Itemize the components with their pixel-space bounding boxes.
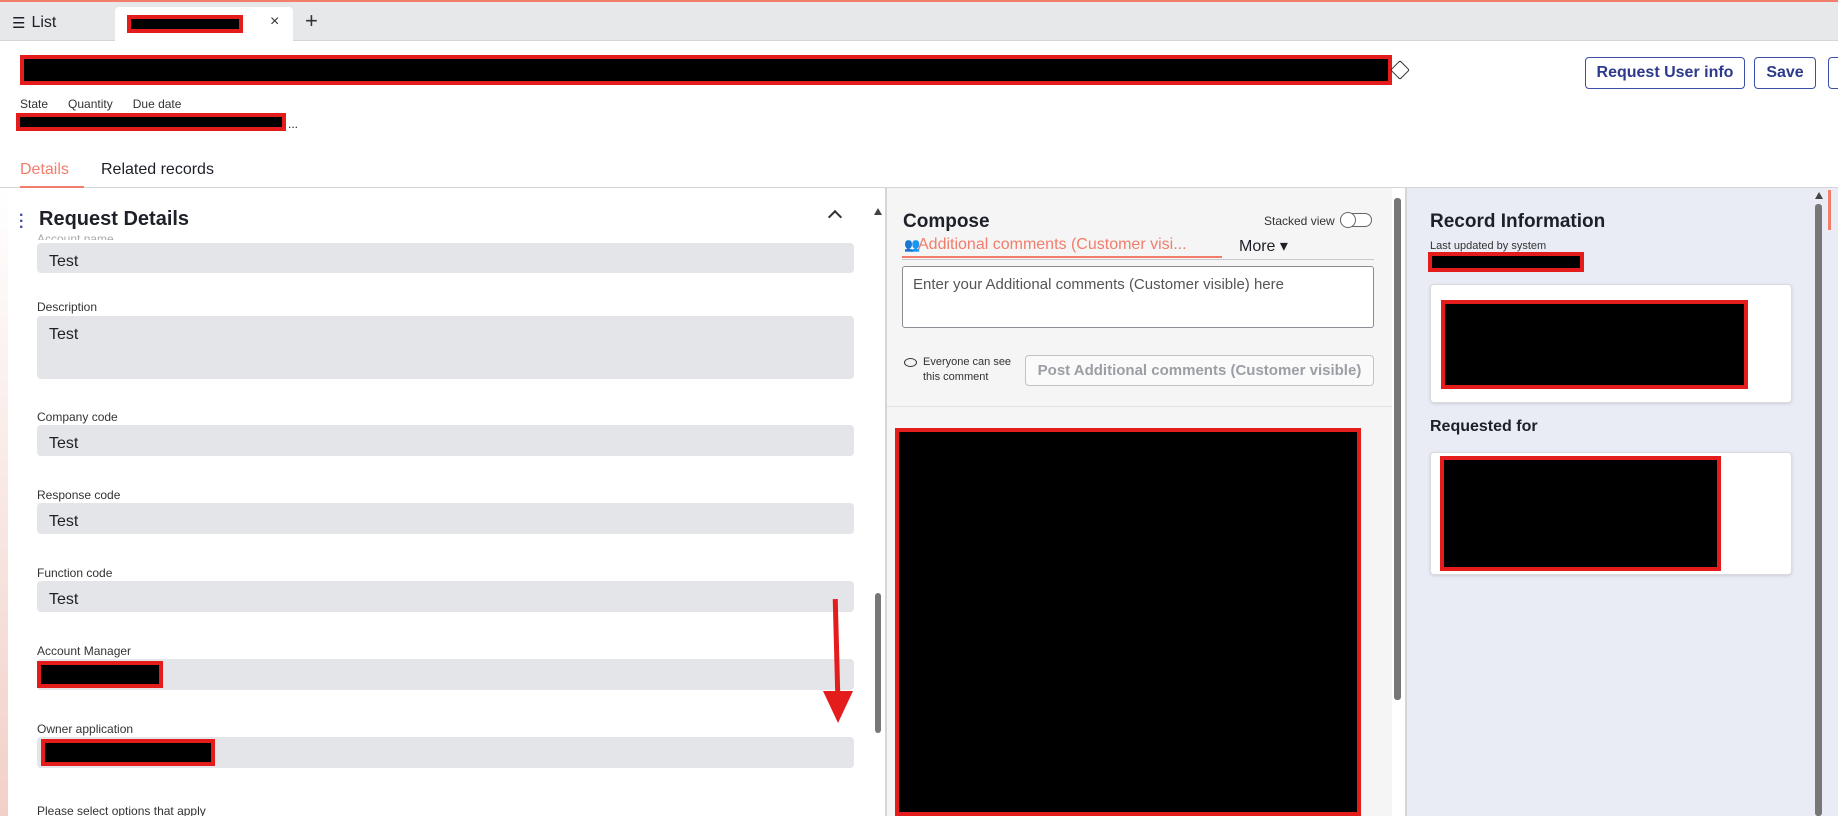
redacted-activity-stream: [895, 428, 1361, 816]
stacked-view-toggle[interactable]: [1340, 212, 1372, 228]
redacted-record-title: [20, 55, 1392, 85]
edge-accent-tab: [1828, 190, 1831, 230]
last-updated-text: Last updated by system: [1430, 240, 1547, 252]
redacted-updated-time: [1428, 252, 1584, 272]
account-name-field[interactable]: Test: [37, 243, 854, 273]
account-name-label: Account name: [37, 232, 114, 240]
options-label: Please select options that apply: [37, 804, 206, 816]
save-button[interactable]: Save: [1754, 57, 1816, 89]
list-tab-label: List: [31, 14, 57, 31]
stacked-view-label: Stacked view: [1264, 214, 1335, 228]
record-information-title: Record Information: [1430, 211, 1606, 232]
post-comment-button[interactable]: Post Additional comments (Customer visib…: [1025, 355, 1374, 386]
owner-application-field[interactable]: [37, 737, 854, 768]
requested-for-card[interactable]: [1430, 452, 1792, 575]
owner-application-label: Owner application: [37, 722, 134, 736]
company-code-label: Company code: [37, 410, 118, 424]
additional-comments-tab[interactable]: 👥 Additional comments (Customer visi...: [902, 228, 1222, 258]
description-field[interactable]: Test: [37, 316, 854, 379]
redacted-owner-application: [41, 739, 215, 766]
compose-panel: Compose Stacked view 👥 Additional commen…: [887, 188, 1392, 816]
account-manager-field[interactable]: [37, 659, 854, 690]
function-code-label: Function code: [37, 566, 113, 580]
tab-details[interactable]: Details: [20, 161, 84, 188]
record-info-card[interactable]: [1430, 284, 1792, 403]
active-record-tab[interactable]: ×: [115, 7, 293, 43]
company-code-field[interactable]: Test: [37, 425, 854, 456]
redacted-requester: [1440, 456, 1721, 571]
record-meta-labels: State Quantity Due date: [20, 97, 201, 111]
state-label: State: [20, 97, 49, 111]
browser-tab-bar: ☰ List × +: [0, 2, 1838, 43]
redacted-account-manager: [37, 661, 163, 688]
due-date-label: Due date: [132, 97, 182, 111]
scroll-up-arrow-icon[interactable]: [1815, 192, 1823, 199]
quantity-label: Quantity: [68, 97, 113, 111]
additional-comments-tab-label: Additional comments (Customer visi...: [918, 236, 1187, 253]
function-code-field[interactable]: Test: [37, 581, 854, 612]
scrollbar-thumb[interactable]: [875, 593, 881, 733]
request-details-panel: · · · Request Details Account name Test De…: [8, 188, 885, 816]
add-tab-icon[interactable]: +: [305, 10, 318, 32]
request-user-info-button[interactable]: Request User info: [1585, 57, 1745, 89]
account-manager-label: Account Manager: [37, 644, 132, 658]
meta-ellipsis: ...: [288, 117, 299, 131]
description-label: Description: [37, 300, 98, 314]
tab-related-records[interactable]: Related records: [101, 161, 214, 188]
comment-textarea[interactable]: Enter your Additional comments (Customer…: [902, 266, 1374, 328]
list-icon: ☰: [12, 15, 26, 32]
list-tab[interactable]: ☰ List: [12, 12, 56, 34]
tag-icon[interactable]: [1390, 60, 1410, 80]
response-code-field[interactable]: Test: [37, 503, 854, 534]
users-icon: 👥: [904, 237, 921, 252]
redacted-meta-values: [16, 113, 286, 131]
redacted-tab-title: [127, 15, 243, 33]
left-accent-strip: [0, 188, 8, 816]
compose-tabs-underline: [902, 259, 1374, 260]
chevron-up-icon[interactable]: [827, 209, 843, 225]
section-title: Request Details: [39, 208, 190, 230]
eye-icon: [904, 358, 917, 367]
record-scrollbar-thumb[interactable]: [1815, 204, 1822, 816]
visibility-note: Everyone can see this comment: [923, 356, 1012, 383]
requested-for-heading: Requested for: [1430, 418, 1538, 435]
record-tabs: Details Related records: [0, 155, 1838, 188]
scroll-up-arrow-icon[interactable]: [874, 208, 882, 215]
toggle-knob: [1340, 212, 1356, 228]
close-icon[interactable]: ×: [270, 13, 279, 31]
overflow-button[interactable]: [1828, 57, 1838, 89]
more-dropdown[interactable]: More ▾: [1239, 236, 1288, 256]
redacted-card-content: [1441, 300, 1748, 389]
record-information-panel: Record Information Last updated by syste…: [1407, 188, 1838, 816]
compose-scrollbar-thumb[interactable]: [1394, 198, 1401, 700]
drag-handle-icon[interactable]: · · ·: [19, 208, 24, 236]
annotation-arrow-head: [823, 691, 853, 723]
compose-separator: [887, 406, 1392, 407]
response-code-label: Response code: [37, 488, 121, 502]
